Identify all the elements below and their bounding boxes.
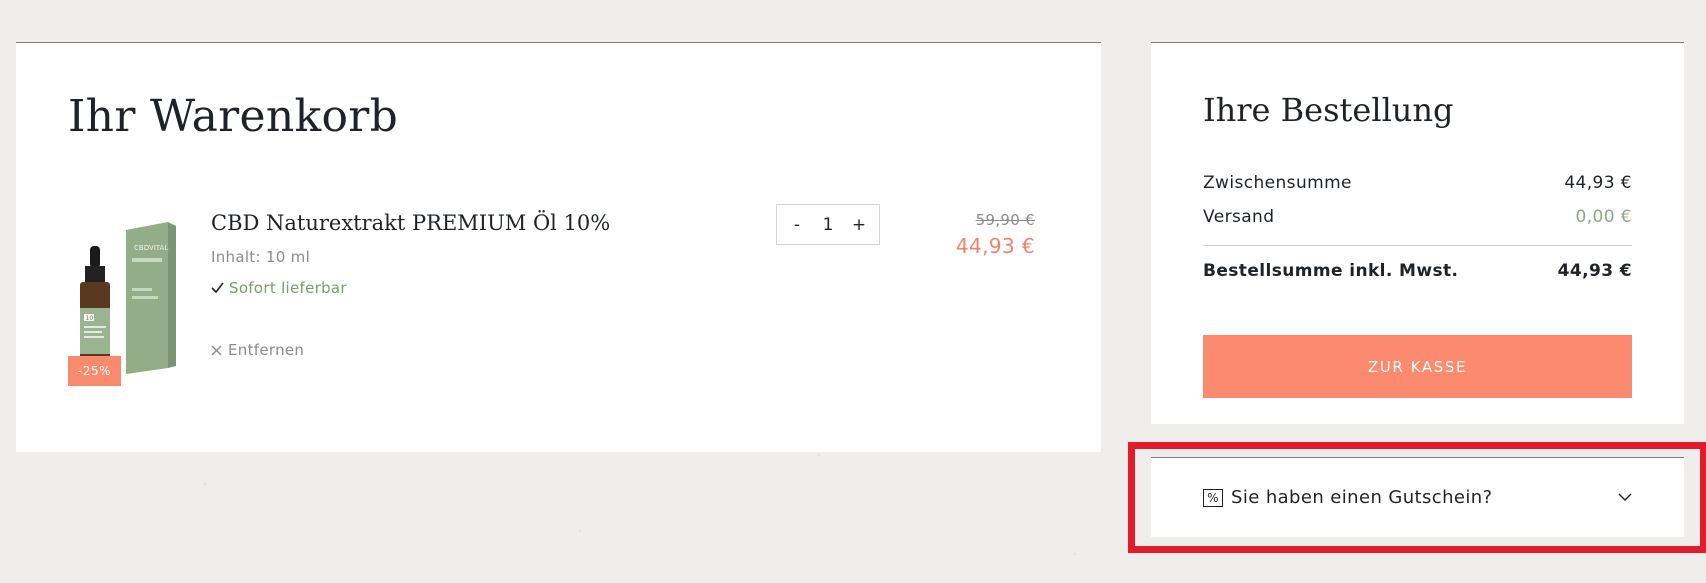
quantity-stepper: - 1 + <box>776 204 880 245</box>
subtotal-value: 44,93 € <box>1564 173 1632 193</box>
total-value: 44,93 € <box>1557 261 1632 281</box>
quantity-value[interactable]: 1 <box>823 215 834 235</box>
highlight-box <box>1128 442 1706 553</box>
remove-label: Entfernen <box>228 341 305 359</box>
cart-title: Ihr Warenkorb <box>68 91 399 142</box>
divider <box>1203 245 1632 246</box>
checkout-button[interactable]: ZUR KASSE <box>1203 335 1632 398</box>
shipping-label: Versand <box>1203 207 1275 227</box>
quantity-increase-button[interactable]: + <box>851 215 867 235</box>
close-icon <box>211 345 222 355</box>
shipping-row: Versand 0,00 € <box>1203 207 1632 227</box>
product-content: Inhalt: 10 ml <box>211 248 311 266</box>
cart-panel: Ihr Warenkorb CBDVITAL 10 -25% CBD Natur… <box>16 42 1101 452</box>
subtotal-label: Zwischensumme <box>1203 173 1352 193</box>
quantity-decrease-button[interactable]: - <box>789 215 805 235</box>
bottle-number-text: 10 <box>86 315 94 322</box>
stock-status: Sofort lieferbar <box>211 279 347 297</box>
sale-price: 44,93 € <box>955 234 1035 258</box>
order-title: Ihre Bestellung <box>1203 91 1454 129</box>
box-brand-text: CBDVITAL <box>134 244 168 252</box>
order-summary-panel: Ihre Bestellung Zwischensumme 44,93 € Ve… <box>1151 42 1684 424</box>
discount-badge: -25% <box>68 356 121 386</box>
check-icon <box>211 282 224 294</box>
original-price: 59,90 € <box>975 211 1035 229</box>
remove-button[interactable]: Entfernen <box>211 341 304 359</box>
subtotal-row: Zwischensumme 44,93 € <box>1203 173 1632 193</box>
total-label: Bestellsumme inkl. Mwst. <box>1203 261 1459 281</box>
total-row: Bestellsumme inkl. Mwst. 44,93 € <box>1203 261 1632 281</box>
product-name[interactable]: CBD Naturextrakt PREMIUM Öl 10% <box>211 211 610 235</box>
shipping-value: 0,00 € <box>1575 207 1632 227</box>
stock-label: Sofort lieferbar <box>229 279 347 297</box>
